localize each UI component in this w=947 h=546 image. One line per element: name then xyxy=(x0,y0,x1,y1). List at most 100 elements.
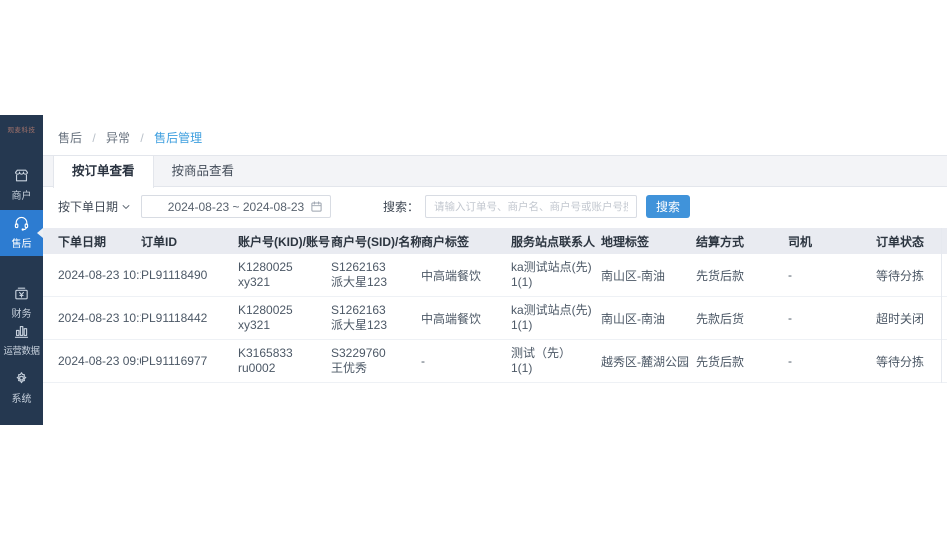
merchant-sid: S1262163 xyxy=(331,303,415,318)
column-header: 地理标签 xyxy=(601,233,696,250)
merchant-sid: S3229760 xyxy=(331,346,415,361)
main-content: 售后 / 异常 / 售后管理 按订单查看 按商品查看 按下单日期 2024-08… xyxy=(43,115,947,383)
column-header: 商户标签 xyxy=(421,233,511,250)
filter-bar: 按下单日期 2024-08-23 ~ 2024-08-23 搜索： 搜索 xyxy=(43,187,947,227)
order-date: 2024-08-23 09:07:06 xyxy=(58,354,141,368)
column-header: 服务站点联系人 xyxy=(511,233,601,250)
driver: - xyxy=(788,354,876,368)
column-header: 结算方式 xyxy=(696,233,788,250)
merchant-name: 王优秀 xyxy=(331,361,415,376)
sidebar-item-system[interactable]: 系统 xyxy=(0,370,43,405)
site-contact: ka测试站点(先) xyxy=(511,260,595,275)
search-input[interactable] xyxy=(425,195,637,218)
site-contact-cell: ka测试站点(先) 1(1) xyxy=(511,303,601,333)
calendar-icon xyxy=(310,200,323,216)
tab-by-product[interactable]: 按商品查看 xyxy=(154,156,253,187)
settlement: 先货后款 xyxy=(696,267,788,284)
site-contact-cell: 测试（先） 1(1) xyxy=(511,346,601,376)
date-range-value: 2024-08-23 ~ 2024-08-23 xyxy=(168,200,304,214)
sidebar-item-label: 财务 xyxy=(0,305,43,320)
gear-icon xyxy=(0,370,43,388)
cashbox-icon xyxy=(0,285,43,303)
geo-tag: 南山区-南油 xyxy=(601,310,696,327)
view-tabs: 按订单查看 按商品查看 xyxy=(43,155,947,187)
sidebar-item-operations[interactable]: 运营数据 xyxy=(0,323,43,357)
search-label: 搜索： xyxy=(383,198,419,215)
order-date: 2024-08-23 10:13:53 xyxy=(58,311,141,325)
column-header: 订单状态 xyxy=(876,233,947,250)
breadcrumb-item-abnormal[interactable]: 异常 xyxy=(106,131,130,145)
column-header: 司机 xyxy=(788,233,876,250)
breadcrumb-item-current[interactable]: 售后管理 xyxy=(154,131,202,145)
account-cell: K1280025 xy321 xyxy=(238,260,331,290)
settlement: 先货后款 xyxy=(696,353,788,370)
merchant-tag: 中高端餐饮 xyxy=(421,310,511,327)
column-header: 下单日期 xyxy=(58,233,141,250)
date-range-input[interactable]: 2024-08-23 ~ 2024-08-23 xyxy=(141,195,331,218)
sidebar-item-finance[interactable]: 财务 xyxy=(0,285,43,320)
driver: - xyxy=(788,268,876,282)
site-count: 1(1) xyxy=(511,361,595,376)
sidebar-item-label: 商户 xyxy=(0,187,43,202)
column-header: 商户号(SID)/名称 xyxy=(331,233,421,250)
headset-icon xyxy=(0,215,43,233)
order-id: PL91116977 xyxy=(141,354,238,368)
sidebar-item-label: 系统 xyxy=(0,390,43,405)
order-status: 超时关闭 xyxy=(876,310,947,327)
sidebar-item-aftersales[interactable]: 售后 xyxy=(0,210,43,256)
table-header-row: 下单日期 订单ID 账户号(KID)/账号 商户号(SID)/名称 商户标签 服… xyxy=(43,228,947,254)
table-row[interactable]: 2024-08-23 10:15:52 PL91118490 K1280025 … xyxy=(43,254,947,297)
chevron-down-icon xyxy=(118,200,131,214)
merchant-sid: S1262163 xyxy=(331,260,415,275)
account-kid: K3165833 xyxy=(238,346,325,361)
account-kid: K1280025 xyxy=(238,260,325,275)
date-filter-dropdown[interactable]: 按下单日期 xyxy=(58,198,131,215)
site-count: 1(1) xyxy=(511,318,595,333)
geo-tag: 南山区-南油 xyxy=(601,267,696,284)
site-count: 1(1) xyxy=(511,275,595,290)
breadcrumb-item-aftersales[interactable]: 售后 xyxy=(58,131,82,145)
order-date: 2024-08-23 10:15:52 xyxy=(58,268,141,282)
site-contact: 测试（先） xyxy=(511,346,595,361)
merchant-name: 派大星123 xyxy=(331,318,415,333)
fixed-column-divider xyxy=(941,228,942,383)
account-cell: K3165833 ru0002 xyxy=(238,346,331,376)
bar-chart-icon xyxy=(0,323,43,341)
table-row[interactable]: 2024-08-23 09:07:06 PL91116977 K3165833 … xyxy=(43,340,947,383)
site-contact: ka测试站点(先) xyxy=(511,303,595,318)
settlement: 先款后货 xyxy=(696,310,788,327)
order-status: 等待分拣 xyxy=(876,267,947,284)
column-header: 账户号(KID)/账号 xyxy=(238,233,331,250)
table-row[interactable]: 2024-08-23 10:13:53 PL91118442 K1280025 … xyxy=(43,297,947,340)
breadcrumb: 售后 / 异常 / 售后管理 xyxy=(43,115,947,146)
column-header: 订单ID xyxy=(141,233,238,250)
search-button[interactable]: 搜索 xyxy=(646,195,690,218)
merchant-tag: 中高端餐饮 xyxy=(421,267,511,284)
sidebar-item-label: 运营数据 xyxy=(0,343,43,357)
order-id: PL91118442 xyxy=(141,311,238,325)
app-window: 观麦科技 商户 售后 xyxy=(0,115,947,430)
merchant-cell: S3229760 王优秀 xyxy=(331,346,421,376)
breadcrumb-separator: / xyxy=(92,131,95,145)
account-name: ru0002 xyxy=(238,361,325,376)
orders-table: 下单日期 订单ID 账户号(KID)/账号 商户号(SID)/名称 商户标签 服… xyxy=(43,228,947,383)
account-name: xy321 xyxy=(238,275,325,290)
order-id: PL91118490 xyxy=(141,268,238,282)
merchant-tag: - xyxy=(421,354,511,368)
geo-tag: 越秀区-麓湖公园 xyxy=(601,353,696,370)
brand-logo: 观麦科技 xyxy=(0,124,43,134)
account-name: xy321 xyxy=(238,318,325,333)
account-cell: K1280025 xy321 xyxy=(238,303,331,333)
date-filter-label: 按下单日期 xyxy=(58,200,118,214)
merchant-name: 派大星123 xyxy=(331,275,415,290)
driver: - xyxy=(788,311,876,325)
site-contact-cell: ka测试站点(先) 1(1) xyxy=(511,260,601,290)
tab-by-order[interactable]: 按订单查看 xyxy=(53,156,154,188)
sidebar-item-label: 售后 xyxy=(0,235,43,250)
sidebar-item-merchant[interactable]: 商户 xyxy=(0,167,43,202)
order-status: 等待分拣 xyxy=(876,353,947,370)
merchant-cell: S1262163 派大星123 xyxy=(331,303,421,333)
merchant-cell: S1262163 派大星123 xyxy=(331,260,421,290)
account-kid: K1280025 xyxy=(238,303,325,318)
breadcrumb-separator: / xyxy=(140,131,143,145)
